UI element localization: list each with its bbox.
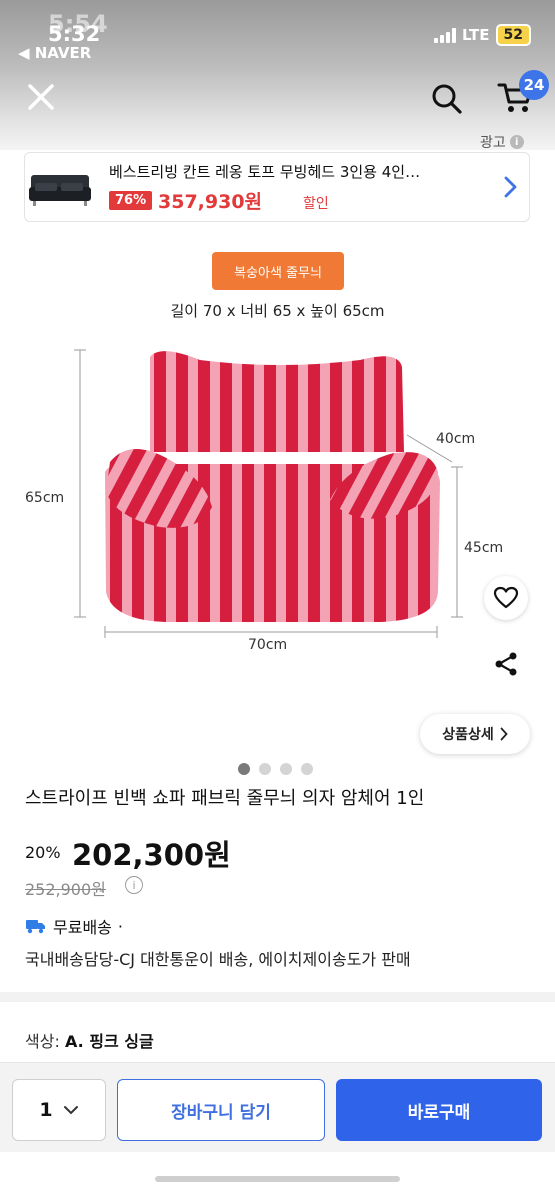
sale-price: 202,300원 bbox=[72, 838, 231, 872]
quantity-select[interactable]: 1 bbox=[12, 1079, 106, 1141]
price-info-icon[interactable]: i bbox=[125, 876, 143, 894]
beanbag-chair-image bbox=[74, 349, 463, 638]
battery-icon: 52 bbox=[495, 24, 531, 46]
option-value: A. 핑크 싱글 bbox=[64, 1032, 154, 1051]
option-label: 색상: bbox=[25, 1032, 60, 1051]
pagination-dot[interactable] bbox=[238, 763, 250, 775]
shipping-seller-info: 국내배송담당-CJ 대한통운이 배송, 에이치제이송도가 판매 bbox=[25, 950, 411, 969]
sofa-image bbox=[29, 175, 91, 206]
add-to-cart-button[interactable]: 장바구니 담기 bbox=[117, 1079, 325, 1141]
product-detail-button[interactable]: 상품상세 bbox=[420, 714, 530, 754]
status-indicators: LTE 52 bbox=[433, 24, 531, 46]
share-icon bbox=[495, 652, 517, 676]
depth-label: 40cm bbox=[436, 431, 476, 447]
width-label: 70cm bbox=[248, 637, 288, 653]
product-detail-label: 상품상세 bbox=[442, 727, 494, 743]
ad-label-text: 광고 bbox=[480, 135, 506, 151]
ad-discount-badge: 76% bbox=[109, 191, 153, 210]
pagination-dot[interactable] bbox=[301, 763, 313, 775]
status-time-overlay: 5:32 bbox=[48, 22, 101, 46]
product-title: 스트라이프 빈백 쇼파 패브릭 줄무늬 의자 암체어 1인 bbox=[25, 788, 425, 809]
back-to-app-link[interactable]: ◀ NAVER bbox=[18, 44, 91, 62]
cart-count-badge: 24 bbox=[519, 70, 549, 100]
close-icon bbox=[28, 84, 54, 110]
favorite-button[interactable] bbox=[484, 576, 528, 620]
signal-icon bbox=[433, 27, 456, 43]
chevron-right-icon bbox=[504, 176, 517, 198]
network-type: LTE bbox=[461, 26, 490, 44]
ad-thumbnail bbox=[25, 153, 95, 221]
original-price: 252,900원 bbox=[25, 880, 106, 899]
separator-dot: · bbox=[117, 916, 123, 936]
discount-rate: 20% bbox=[25, 843, 61, 862]
top-area: 5:54 5:32 ◀ NAVER LTE 52 24 광고 i bbox=[0, 0, 555, 152]
shipping-text: 무료배송 bbox=[53, 918, 112, 937]
seat-height-label: 45cm bbox=[464, 540, 504, 556]
shipping-row: 무료배송 · bbox=[25, 914, 123, 938]
chevron-right-icon bbox=[500, 727, 508, 741]
buy-now-button[interactable]: 바로구매 bbox=[336, 1079, 542, 1141]
search-icon bbox=[432, 84, 462, 114]
info-icon: i bbox=[509, 135, 524, 149]
share-button[interactable] bbox=[484, 642, 528, 686]
home-indicator[interactable] bbox=[155, 1176, 400, 1182]
search-button[interactable] bbox=[430, 82, 464, 116]
close-button[interactable] bbox=[24, 80, 58, 114]
pagination-dot[interactable] bbox=[259, 763, 271, 775]
chevron-down-icon bbox=[63, 1106, 78, 1115]
option-row[interactable]: 색상: A. 핑크 싱글 bbox=[25, 1028, 154, 1052]
ad-price: 357,930원 bbox=[158, 191, 263, 213]
section-divider bbox=[0, 992, 555, 1002]
ad-banner[interactable]: 베스트리빙 칸트 레옹 토프 무빙헤드 3인용 4인… 76% 357,930원… bbox=[24, 152, 530, 222]
heart-icon bbox=[493, 586, 519, 609]
bottom-action-bar: 1 장바구니 담기 바로구매 bbox=[0, 1062, 555, 1152]
ad-sale-text: 할인 bbox=[303, 196, 329, 212]
ad-label[interactable]: 광고 i bbox=[480, 132, 524, 152]
ad-title: 베스트리빙 칸트 레옹 토프 무빙헤드 3인용 4인… bbox=[109, 163, 421, 181]
quantity-value: 1 bbox=[39, 1099, 53, 1121]
product-image-area[interactable]: 복숭아색 줄무늬 길이 70 x 너비 65 x 높이 65cm 65cm 40… bbox=[0, 232, 555, 752]
truck-icon bbox=[26, 920, 45, 934]
pagination-dot[interactable] bbox=[280, 763, 292, 775]
height-label: 65cm bbox=[25, 490, 65, 506]
image-pagination[interactable] bbox=[238, 763, 313, 775]
